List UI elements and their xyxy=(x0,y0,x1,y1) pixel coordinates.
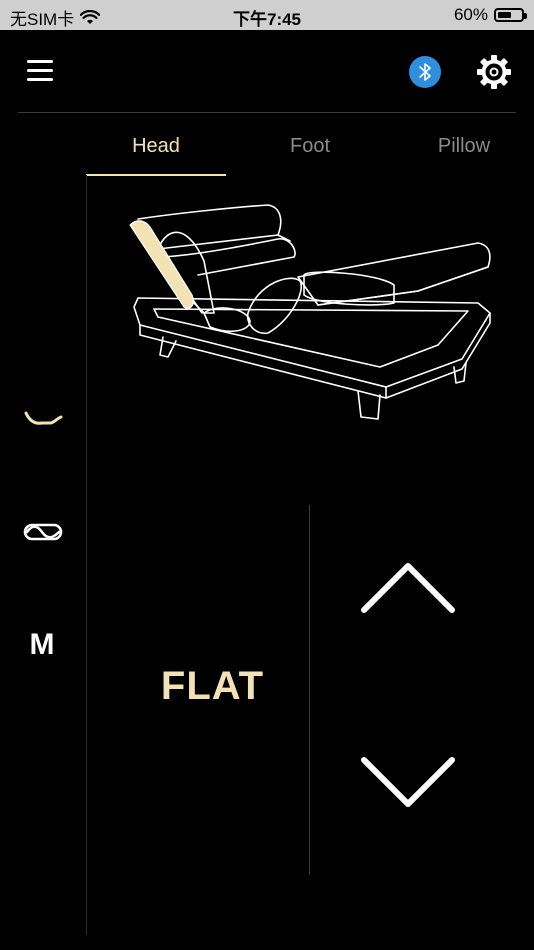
wave-icon[interactable] xyxy=(18,518,68,546)
controls-divider xyxy=(309,505,310,875)
status-right: 60% xyxy=(453,5,527,25)
hamburger-icon[interactable] xyxy=(27,58,53,84)
battery-icon xyxy=(494,8,527,22)
active-tab-indicator xyxy=(86,174,226,176)
memory-mode-button[interactable]: M xyxy=(20,628,64,662)
gear-icon[interactable] xyxy=(476,54,512,90)
flat-preset-button[interactable]: FLAT xyxy=(140,664,285,709)
header-divider xyxy=(18,112,516,113)
status-bar: 无SIM卡 下午7:45 60% xyxy=(0,0,534,30)
adjustable-bed-illustration xyxy=(129,204,491,420)
tab-foot[interactable]: Foot xyxy=(242,128,378,176)
chevron-down-icon[interactable] xyxy=(358,752,458,812)
chevron-up-icon[interactable] xyxy=(358,558,458,618)
battery-level xyxy=(498,12,512,18)
bed-curve-icon[interactable] xyxy=(18,402,68,432)
bluetooth-icon[interactable] xyxy=(409,56,441,88)
tab-bar: Head Foot Pillow xyxy=(86,128,534,178)
battery-percent: 60% xyxy=(453,5,488,24)
tab-head[interactable]: Head xyxy=(86,128,226,176)
tab-pillow[interactable]: Pillow xyxy=(416,128,512,176)
sidebar-divider xyxy=(86,175,87,935)
